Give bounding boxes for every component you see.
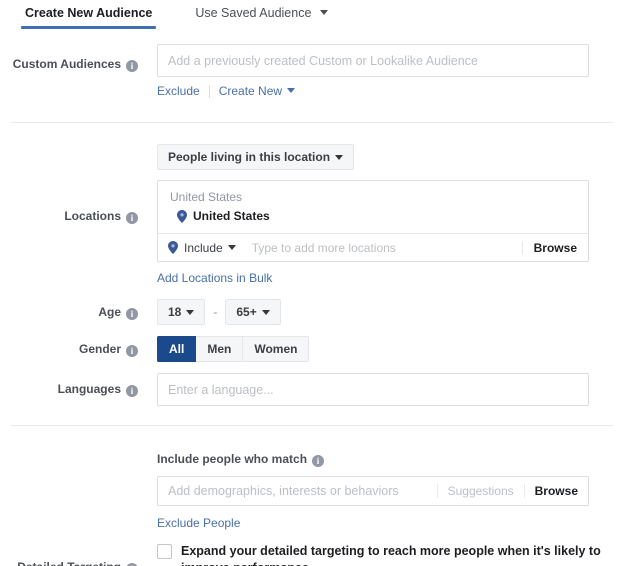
detailed-targeting-input[interactable]: Add demographics, interests or behaviors… — [157, 476, 589, 506]
expand-targeting-field: Expand your detailed targeting to reach … — [157, 543, 601, 566]
age-label-wrap: Age i — [0, 299, 148, 320]
locations-selected-item[interactable]: United States — [158, 206, 588, 233]
info-icon[interactable]: i — [126, 345, 138, 357]
detailed-targeting-label: Detailed Targeting — [17, 560, 121, 566]
expand-targeting-checkbox[interactable] — [157, 544, 172, 559]
active-tab-underline — [21, 26, 157, 29]
detailed-targeting-placeholder: Add demographics, interests or behaviors — [168, 484, 399, 498]
include-people-header: Include people who match i — [157, 452, 325, 467]
locations-field: United States United States Include Type… — [157, 180, 589, 287]
languages-field: Enter a language... — [157, 373, 589, 406]
custom-audiences-field: Add a previously created Custom or Looka… — [157, 44, 589, 98]
age-min-dropdown[interactable]: 18 — [157, 299, 206, 325]
detailed-targeting-input-row: Add demographics, interests or behaviors… — [0, 476, 589, 532]
age-label: Age — [98, 305, 121, 319]
info-icon[interactable]: i — [126, 212, 138, 224]
gender-option-men[interactable]: Men — [196, 336, 244, 362]
chevron-down-icon — [335, 154, 344, 160]
chevron-down-icon — [186, 309, 195, 315]
tab-use-saved-audience[interactable]: Use Saved Audience — [191, 0, 332, 29]
map-pin-icon — [168, 241, 178, 254]
locations-bulk-wrap: Add Locations in Bulk — [157, 269, 589, 287]
locations-box: United States United States Include Type… — [157, 180, 589, 262]
locations-type-input[interactable]: Type to add more locations — [236, 241, 522, 255]
info-icon[interactable]: i — [126, 60, 138, 72]
age-min-value: 18 — [168, 305, 182, 319]
section-divider-1 — [11, 122, 613, 123]
add-locations-in-bulk-link[interactable]: Add Locations in Bulk — [157, 271, 272, 285]
gender-segmented-control: All Men Women — [157, 336, 310, 362]
location-scope-field: People living in this location — [157, 144, 355, 170]
info-icon[interactable]: i — [126, 385, 138, 397]
languages-placeholder: Enter a language... — [168, 382, 274, 397]
age-range-separator: - — [213, 305, 218, 319]
section-divider-2 — [11, 425, 613, 426]
tab-create-new-audience-label: Create New Audience — [25, 6, 153, 20]
ad-audience-panel: Create New Audience Use Saved Audience C… — [0, 0, 624, 566]
chevron-down-icon — [319, 10, 328, 15]
gender-row: Gender i All Men Women — [0, 336, 310, 362]
gender-label: Gender — [78, 342, 121, 356]
detailed-targeting-row: Detailed Targetingi Expand your detailed… — [0, 543, 601, 566]
link-separator — [208, 84, 210, 98]
info-icon[interactable]: i — [126, 308, 138, 320]
age-row: Age i 18 - 65+ — [0, 299, 281, 325]
custom-audiences-placeholder: Add a previously created Custom or Looka… — [168, 53, 478, 68]
languages-row: Languages i Enter a language... — [0, 373, 589, 406]
locations-label: Locations — [64, 209, 121, 223]
location-scope-row: People living in this location — [0, 144, 355, 170]
languages-input[interactable]: Enter a language... — [157, 373, 589, 406]
locations-label-wrap: Locations i — [0, 180, 148, 224]
locations-row: Locations i United States United States — [0, 180, 589, 287]
exclude-people-wrap: Exclude People — [157, 514, 589, 532]
detailed-targeting-suggestions-button[interactable]: Suggestions — [436, 484, 524, 498]
map-pin-icon — [177, 209, 187, 223]
audience-tab-bar: Create New Audience Use Saved Audience — [0, 0, 624, 33]
location-scope-dropdown[interactable]: People living in this location — [157, 144, 355, 170]
custom-audiences-row: Custom Audiences i Add a previously creat… — [0, 44, 589, 98]
locations-browse-button[interactable]: Browse — [521, 240, 588, 255]
chevron-down-icon — [287, 88, 296, 93]
locations-include-dropdown[interactable]: Include — [168, 241, 236, 255]
age-max-value: 65+ — [236, 305, 257, 319]
tab-use-saved-audience-label: Use Saved Audience — [195, 6, 312, 20]
age-max-dropdown[interactable]: 65+ — [225, 299, 281, 325]
detailed-targeting-browse-button[interactable]: Browse — [523, 484, 588, 498]
age-field: 18 - 65+ — [157, 299, 281, 325]
exclude-people-link[interactable]: Exclude People — [157, 516, 240, 530]
locations-input-bar: Include Type to add more locations Brows… — [158, 233, 588, 261]
custom-audiences-label: Custom Audiences — [12, 57, 121, 71]
chevron-down-icon — [227, 245, 236, 250]
locations-group-header: United States — [170, 190, 243, 204]
create-new-label: Create New — [218, 84, 283, 98]
locations-include-label: Include — [184, 240, 223, 255]
expand-targeting-label: Expand your detailed targeting to reach … — [181, 544, 601, 566]
locations-selected-label: United States — [193, 209, 270, 223]
languages-label-wrap: Languages i — [0, 373, 148, 397]
gender-label-wrap: Gender i — [0, 336, 148, 357]
include-people-row: Include people who match i — [0, 452, 325, 467]
include-people-header-label: Include people who match — [157, 452, 308, 466]
custom-audiences-label-wrap: Custom Audiences i — [0, 44, 148, 72]
gender-option-women[interactable]: Women — [243, 336, 310, 362]
location-scope-dropdown-label: People living in this location — [168, 150, 331, 164]
languages-label: Languages — [57, 382, 121, 396]
tab-create-new-audience[interactable]: Create New Audience — [21, 0, 157, 29]
info-icon[interactable]: i — [312, 455, 325, 467]
custom-audiences-links: Exclude Create New — [157, 84, 589, 98]
custom-audiences-create-new-link[interactable]: Create New — [218, 84, 296, 98]
custom-audiences-input[interactable]: Add a previously created Custom or Looka… — [157, 44, 589, 77]
chevron-down-icon — [261, 309, 270, 315]
custom-audiences-exclude-link[interactable]: Exclude — [157, 84, 200, 98]
detailed-targeting-input-field: Add demographics, interests or behaviors… — [157, 476, 589, 532]
detailed-targeting-label-wrap: Detailed Targetingi — [0, 543, 148, 566]
include-people-field: Include people who match i — [157, 452, 325, 467]
gender-option-all[interactable]: All — [157, 336, 197, 362]
